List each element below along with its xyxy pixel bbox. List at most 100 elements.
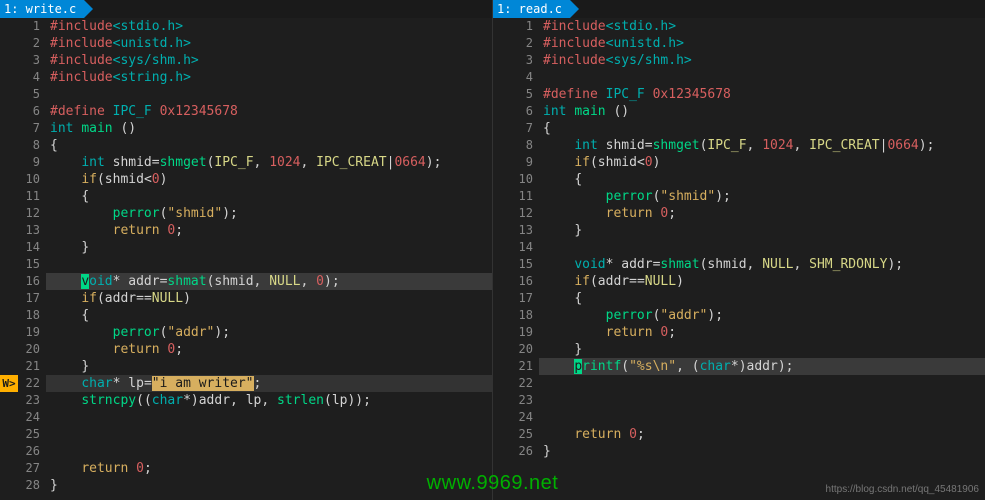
code-line[interactable]: } [539, 443, 985, 460]
line-number: 7 [18, 120, 46, 137]
code-line[interactable] [539, 239, 985, 256]
line-number: 4 [18, 69, 46, 86]
line-number: 21 [511, 358, 539, 375]
code-line[interactable]: int shmid=shmget(IPC_F, 1024, IPC_CREAT|… [46, 154, 492, 171]
line-number: 15 [18, 256, 46, 273]
code-area-right[interactable]: 1234567891011121314151617181920212223242… [493, 18, 985, 500]
code-line[interactable]: void* addr=shmat(shmid, NULL, SHM_RDONLY… [539, 256, 985, 273]
line-number: 1 [18, 18, 46, 35]
line-number: 11 [511, 188, 539, 205]
code-line[interactable]: int main () [539, 103, 985, 120]
code-line[interactable] [46, 86, 492, 103]
code-line[interactable]: #define IPC_F 0x12345678 [46, 103, 492, 120]
line-number: 14 [18, 239, 46, 256]
tab-write-c[interactable]: 1: write.c [0, 0, 84, 18]
line-number: 4 [511, 69, 539, 86]
code-line[interactable]: { [46, 188, 492, 205]
code-line[interactable]: #include<unistd.h> [46, 35, 492, 52]
pane-left: 1: write.c 12345678910111213141516171819… [0, 0, 493, 500]
line-number: 16 [511, 273, 539, 290]
line-number: 5 [18, 86, 46, 103]
code-line[interactable]: } [539, 341, 985, 358]
line-number: 28 [18, 477, 46, 494]
code-line[interactable]: } [539, 222, 985, 239]
code-line[interactable]: { [539, 171, 985, 188]
line-number: 16 [18, 273, 46, 290]
code-line[interactable]: if(shmid<0) [46, 171, 492, 188]
line-number: 20 [511, 341, 539, 358]
code-line[interactable] [539, 375, 985, 392]
code-line[interactable] [46, 409, 492, 426]
code-line[interactable] [539, 69, 985, 86]
pane-right: 1: read.c 123456789101112131415161718192… [493, 0, 985, 500]
line-number: 9 [511, 154, 539, 171]
line-number: 24 [18, 409, 46, 426]
code-line[interactable]: if(addr==NULL) [539, 273, 985, 290]
tab-bar-right: 1: read.c [493, 0, 985, 18]
code-line[interactable]: #include<stdio.h> [539, 18, 985, 35]
code-line[interactable]: } [46, 239, 492, 256]
line-number: 20 [18, 341, 46, 358]
line-number: 17 [18, 290, 46, 307]
code-line[interactable]: { [539, 120, 985, 137]
code-line[interactable] [539, 392, 985, 409]
code-line[interactable]: return 0; [46, 222, 492, 239]
line-number: 3 [511, 52, 539, 69]
code-line[interactable]: void* addr=shmat(shmid, NULL, 0); [46, 273, 492, 290]
line-number: 24 [511, 409, 539, 426]
code-line[interactable]: int main () [46, 120, 492, 137]
code-line[interactable]: perror("addr"); [46, 324, 492, 341]
code-line[interactable]: if(addr==NULL) [46, 290, 492, 307]
code-line[interactable]: #include<stdio.h> [46, 18, 492, 35]
code-line[interactable]: return 0; [46, 460, 492, 477]
code-line[interactable]: #include<sys/shm.h> [539, 52, 985, 69]
tab-label: 1: write.c [4, 0, 76, 18]
line-number: 22 [18, 375, 46, 392]
editor-split: 1: write.c 12345678910111213141516171819… [0, 0, 985, 500]
gutter-warning-icon[interactable]: W> [0, 375, 18, 392]
line-number: 6 [511, 103, 539, 120]
code-line[interactable]: { [46, 137, 492, 154]
line-number: 2 [18, 35, 46, 52]
line-number: 8 [18, 137, 46, 154]
line-number: 23 [511, 392, 539, 409]
code-line[interactable]: return 0; [539, 205, 985, 222]
gutter-right: 1234567891011121314151617181920212223242… [493, 18, 539, 500]
code-line[interactable]: if(shmid<0) [539, 154, 985, 171]
code-line[interactable] [46, 256, 492, 273]
code-line[interactable]: #include<unistd.h> [539, 35, 985, 52]
line-number: 26 [511, 443, 539, 460]
code-right[interactable]: #include<stdio.h>#include<unistd.h>#incl… [539, 18, 985, 500]
code-left[interactable]: #include<stdio.h>#include<unistd.h>#incl… [46, 18, 492, 500]
tab-read-c[interactable]: 1: read.c [493, 0, 570, 18]
code-line[interactable]: int shmid=shmget(IPC_F, 1024, IPC_CREAT|… [539, 137, 985, 154]
gutter-left: 123456789101112131415161718192021W>22232… [0, 18, 46, 500]
code-line[interactable]: { [46, 307, 492, 324]
line-number: 18 [18, 307, 46, 324]
code-line[interactable]: #define IPC_F 0x12345678 [539, 86, 985, 103]
code-line[interactable]: return 0; [539, 426, 985, 443]
code-line[interactable]: perror("addr"); [539, 307, 985, 324]
code-line[interactable] [46, 443, 492, 460]
line-number: 9 [18, 154, 46, 171]
line-number: 13 [18, 222, 46, 239]
code-line[interactable]: char* lp="i am writer"; [46, 375, 492, 392]
code-line[interactable]: { [539, 290, 985, 307]
line-number: 19 [18, 324, 46, 341]
code-line[interactable] [46, 426, 492, 443]
code-line[interactable]: return 0; [46, 341, 492, 358]
code-line[interactable]: #include<string.h> [46, 69, 492, 86]
code-line[interactable]: } [46, 477, 492, 494]
line-number: 3 [18, 52, 46, 69]
code-line[interactable] [539, 409, 985, 426]
code-area-left[interactable]: 123456789101112131415161718192021W>22232… [0, 18, 492, 500]
code-line[interactable]: return 0; [539, 324, 985, 341]
code-line[interactable]: perror("shmid"); [46, 205, 492, 222]
line-number: 25 [511, 426, 539, 443]
code-line[interactable]: printf("%s\n", (char*)addr); [539, 358, 985, 375]
code-line[interactable]: } [46, 358, 492, 375]
line-number: 7 [511, 120, 539, 137]
code-line[interactable]: strncpy((char*)addr, lp, strlen(lp)); [46, 392, 492, 409]
code-line[interactable]: #include<sys/shm.h> [46, 52, 492, 69]
code-line[interactable]: perror("shmid"); [539, 188, 985, 205]
